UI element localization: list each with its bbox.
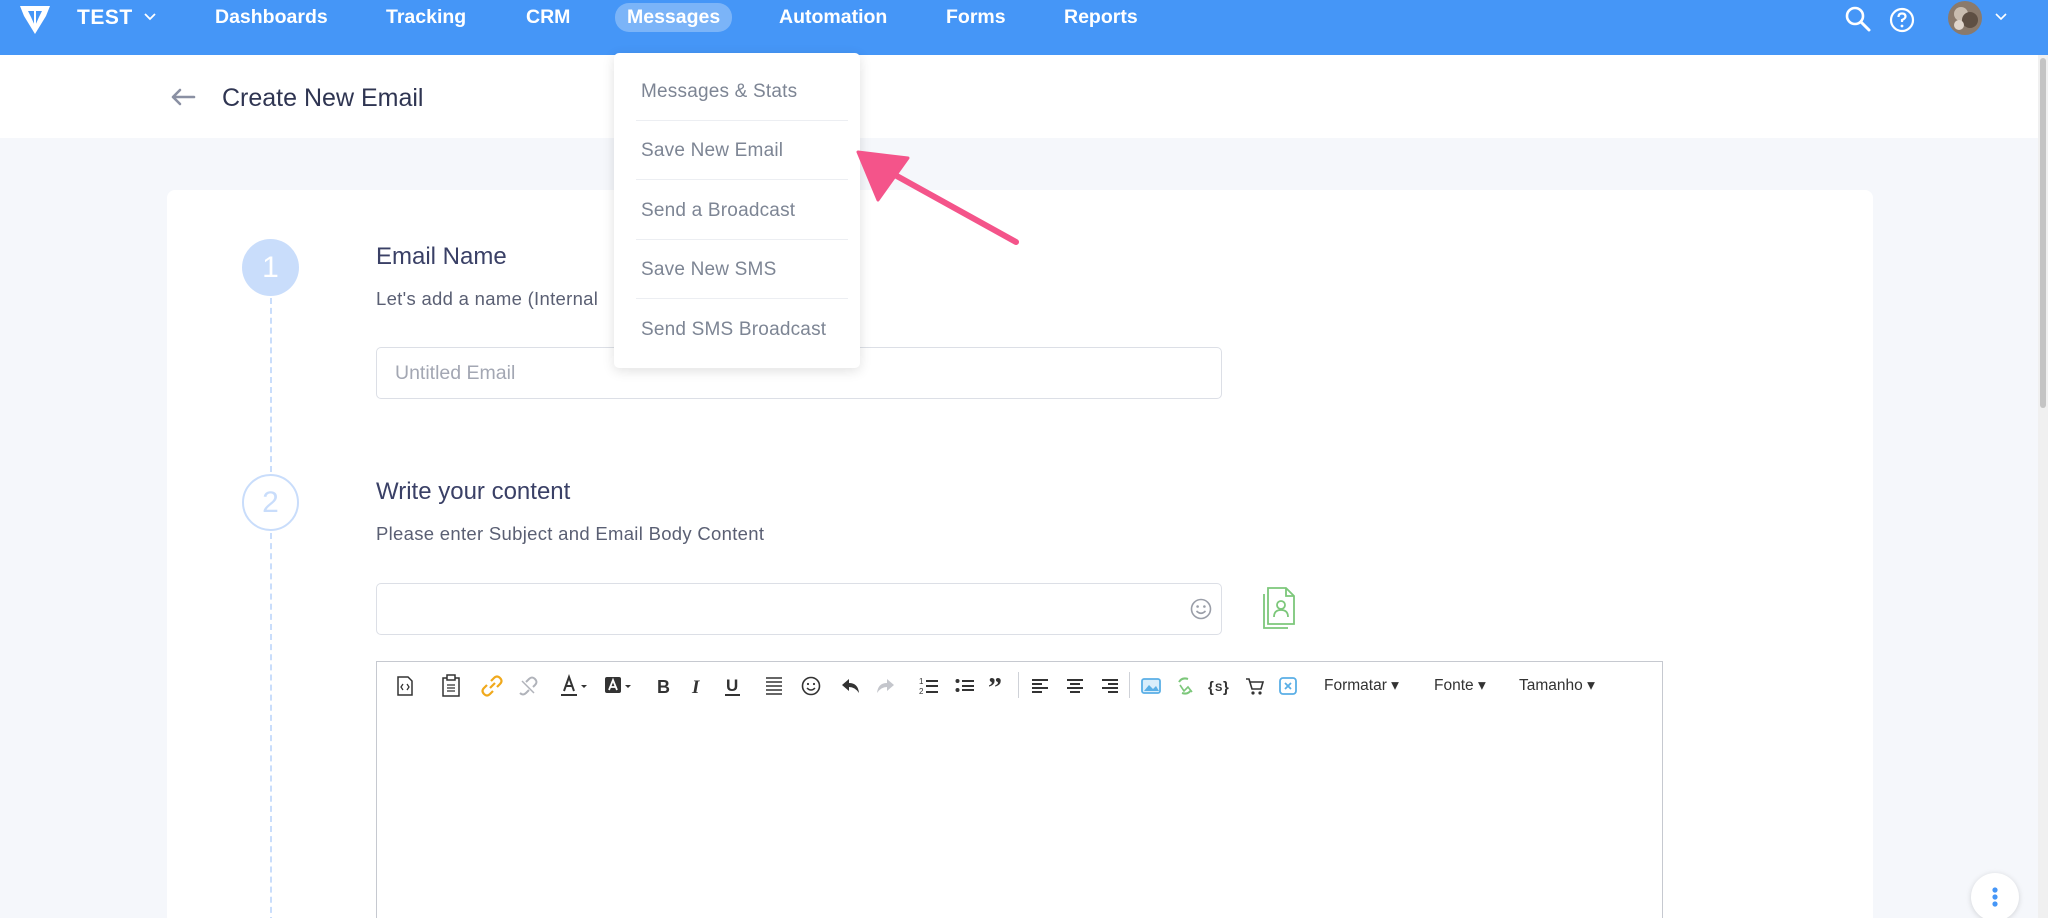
nav-dashboards[interactable]: Dashboards <box>215 6 328 29</box>
chevron-down-icon[interactable] <box>1994 10 2008 24</box>
svg-text:{: { <box>1208 679 1214 696</box>
merge-tags-icon[interactable]: { S } <box>1208 673 1232 699</box>
svg-text:2: 2 <box>919 687 924 696</box>
content-title: Write your content <box>376 478 571 505</box>
avatar[interactable] <box>1947 0 1983 36</box>
nav-automation[interactable]: Automation <box>779 6 887 29</box>
back-arrow-icon[interactable] <box>170 87 196 107</box>
step-1-circle: 1 <box>242 239 299 296</box>
more-options-button[interactable] <box>1971 873 2019 918</box>
nav-tracking[interactable]: Tracking <box>386 6 466 29</box>
svg-text:”: ” <box>988 673 1002 699</box>
logo-icon[interactable] <box>16 2 54 36</box>
page-title: Create New Email <box>222 84 424 112</box>
subject-field-wrapper <box>376 583 1222 635</box>
svg-text:U: U <box>726 676 738 695</box>
format-dropdown[interactable]: Formatar ▾ <box>1324 676 1399 695</box>
chevron-down-icon[interactable] <box>143 10 157 24</box>
source-code-icon[interactable] <box>395 673 415 699</box>
bullet-list-icon[interactable] <box>954 673 976 699</box>
scrollbar-thumb[interactable] <box>2040 58 2046 408</box>
step-connector <box>270 533 272 918</box>
image-icon[interactable] <box>1140 673 1162 699</box>
annotation-arrow-icon <box>856 150 1019 245</box>
font-dropdown[interactable]: Fonte ▾ <box>1434 676 1486 695</box>
replace-image-icon[interactable] <box>1174 673 1196 699</box>
link-icon[interactable] <box>480 673 504 699</box>
menu-divider <box>636 298 848 299</box>
cart-icon[interactable] <box>1245 673 1265 699</box>
toolbar-divider <box>1129 672 1130 698</box>
unlink-icon[interactable] <box>517 673 539 699</box>
menu-divider <box>636 239 848 240</box>
top-navbar: TEST Dashboards Tracking CRM Messages Au… <box>0 0 2048 55</box>
text-color-icon[interactable] <box>559 673 589 699</box>
toolbar-divider <box>1018 672 1019 698</box>
subject-input[interactable] <box>377 584 1221 634</box>
more-vertical-icon <box>1992 887 1998 907</box>
svg-text:1: 1 <box>919 677 924 686</box>
remove-format-icon[interactable] <box>1277 673 1299 699</box>
svg-text:B: B <box>657 677 670 697</box>
menu-item-send-sms-broadcast[interactable]: Send SMS Broadcast <box>641 319 826 341</box>
content-subtitle: Please enter Subject and Email Body Cont… <box>376 523 765 544</box>
nav-messages[interactable]: Messages <box>615 3 733 32</box>
page-header: Create New Email <box>0 55 2048 138</box>
svg-text:}: } <box>1223 679 1229 696</box>
italic-icon[interactable]: I <box>689 673 705 699</box>
redo-icon[interactable] <box>874 673 896 699</box>
step-connector <box>270 298 272 472</box>
horizontal-rule-icon[interactable] <box>764 673 784 699</box>
svg-text:I: I <box>691 677 700 698</box>
menu-item-save-new-email[interactable]: Save New Email <box>641 140 783 162</box>
emoji-icon[interactable] <box>800 673 822 699</box>
email-name-subtitle: Let's add a name (Internal <box>376 288 599 309</box>
numbered-list-icon[interactable]: 1 2 <box>918 673 940 699</box>
email-name-title: Email Name <box>376 243 507 270</box>
undo-icon[interactable] <box>840 673 862 699</box>
messages-dropdown-menu: Messages & Stats Save New Email Send a B… <box>614 53 860 368</box>
step-2-circle: 2 <box>242 474 299 531</box>
menu-item-save-new-sms[interactable]: Save New SMS <box>641 259 776 281</box>
paste-icon[interactable] <box>440 673 462 699</box>
workspace-name[interactable]: TEST <box>77 6 133 30</box>
align-center-icon[interactable] <box>1065 673 1085 699</box>
underline-icon[interactable]: U <box>723 673 743 699</box>
blockquote-icon[interactable]: ” <box>988 673 1010 699</box>
menu-item-messages-stats[interactable]: Messages & Stats <box>641 81 797 103</box>
help-icon[interactable] <box>1888 6 1916 34</box>
contact-fields-icon[interactable] <box>1262 586 1296 630</box>
menu-divider <box>636 120 848 121</box>
email-body-editor[interactable]: B I U 1 2 ” {S} Formatar ▾ Fonte ▾ Tam… <box>376 661 1663 918</box>
menu-divider <box>636 179 848 180</box>
background-color-icon[interactable] <box>603 673 633 699</box>
nav-reports[interactable]: Reports <box>1064 6 1138 29</box>
menu-item-send-broadcast[interactable]: Send a Broadcast <box>641 200 795 222</box>
align-left-icon[interactable] <box>1030 673 1050 699</box>
bold-icon[interactable]: B <box>654 673 672 699</box>
svg-text:S: S <box>1215 682 1222 694</box>
align-right-icon[interactable] <box>1100 673 1120 699</box>
nav-crm[interactable]: CRM <box>526 6 570 29</box>
nav-forms[interactable]: Forms <box>946 6 1006 29</box>
size-dropdown[interactable]: Tamanho ▾ <box>1519 676 1595 695</box>
search-icon[interactable] <box>1843 4 1873 34</box>
emoji-icon[interactable] <box>1189 597 1213 621</box>
